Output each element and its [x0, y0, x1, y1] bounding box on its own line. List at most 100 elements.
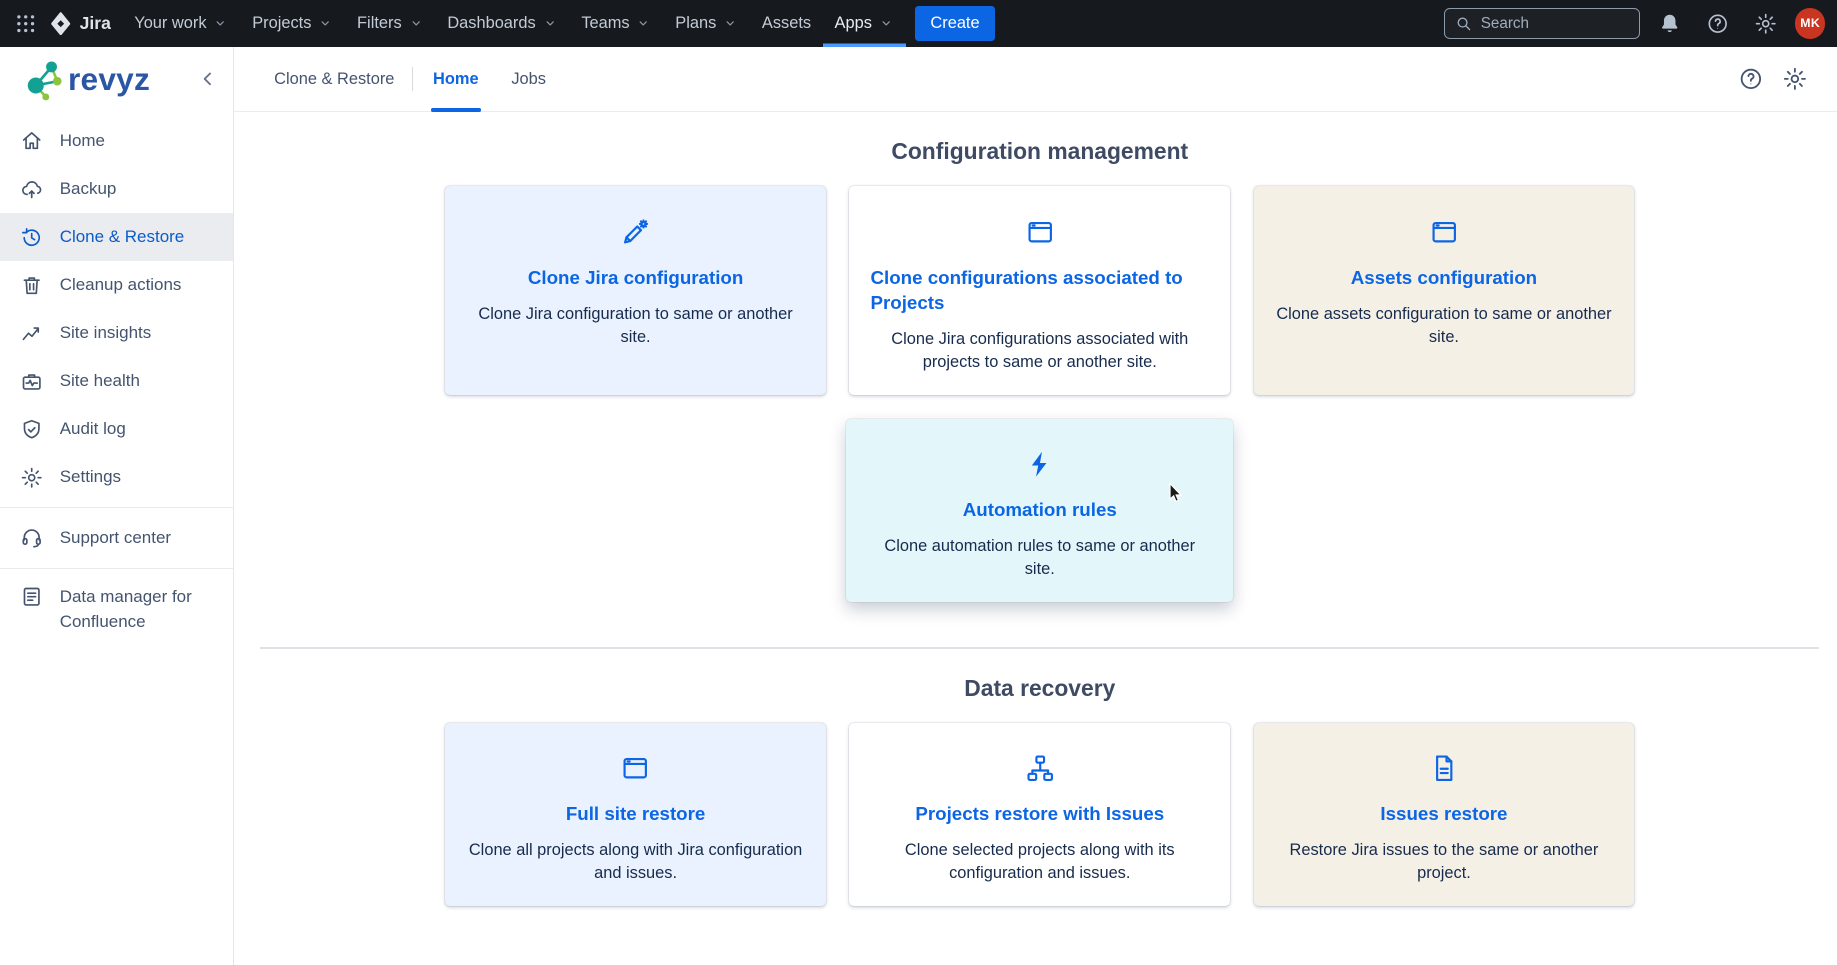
clone-restore-icon [20, 226, 43, 249]
home-icon [20, 129, 43, 152]
topbar-nav-filters[interactable]: Filters [345, 0, 435, 47]
jira-home-link[interactable]: Jira [45, 12, 123, 35]
nav-item-label: Assets [762, 14, 811, 33]
sidebar-divider [0, 568, 233, 569]
lightning-icon [1025, 449, 1055, 479]
chevron-down-icon [317, 15, 333, 31]
sidebar-item-label: Settings [60, 467, 121, 487]
app-help-button[interactable] [1734, 63, 1767, 96]
card-clone-jira-configuration[interactable]: Clone Jira configuration Clone Jira confi… [445, 186, 826, 395]
trash-icon [20, 274, 43, 297]
card-automation-rules[interactable]: Automation rules Clone automation rules t… [846, 419, 1233, 603]
nav-item-label: Projects [252, 14, 311, 33]
sidebar-item-label: Backup [60, 179, 117, 199]
search-input[interactable] [1481, 15, 1630, 32]
search-icon [1454, 14, 1473, 33]
topbar-nav-apps[interactable]: Apps [823, 0, 906, 47]
sidebar-support-slot: Support center [0, 514, 233, 562]
topbar-nav-assets[interactable]: Assets [750, 0, 823, 47]
topbar-nav-plans[interactable]: Plans [664, 0, 751, 47]
tree-icon [1025, 753, 1055, 783]
card-desc: Clone automation rules to same or anothe… [868, 535, 1212, 581]
sidebar-item-support-center[interactable]: Support center [0, 514, 233, 562]
card-title: Automation rules [868, 497, 1212, 522]
card-projects-restore-with-issues[interactable]: Projects restore with IssuesClone select… [849, 723, 1230, 907]
browser-icon [620, 753, 650, 783]
card-full-site-restore[interactable]: Full site restoreClone all projects alon… [445, 723, 826, 907]
sidebar-item-label: Data manager for Confluence [60, 585, 214, 634]
sidebar-divider [0, 507, 233, 508]
search-box[interactable] [1444, 8, 1641, 40]
chevron-down-icon [722, 15, 738, 31]
header-actions [1734, 63, 1811, 96]
nav-item-label: Filters [357, 14, 402, 33]
sidebar-item-label: Support center [60, 528, 171, 548]
browser-icon [1025, 217, 1055, 247]
help-button[interactable] [1699, 5, 1736, 42]
insights-icon [20, 322, 43, 345]
sidebar-item-backup[interactable]: Backup [0, 165, 233, 213]
card-assets-configuration[interactable]: Assets configurationClone assets configu… [1254, 186, 1635, 395]
chevron-down-icon [878, 15, 894, 31]
card-row: Clone Jira configuration Clone Jira confi… [260, 186, 1819, 395]
avatar[interactable]: MK [1795, 8, 1825, 38]
card-desc: Restore Jira issues to the same or anoth… [1275, 839, 1614, 885]
card-title: Clone configurations associated to Proje… [870, 265, 1209, 316]
sidebar-item-settings[interactable]: Settings [0, 453, 233, 501]
topbar-nav: Your work Projects Filters Dashboards TeamsP… [123, 0, 906, 47]
card-title: Issues restore [1275, 801, 1614, 826]
tab-jobs[interactable]: Jobs [509, 46, 548, 112]
collapse-sidebar-button[interactable] [194, 66, 222, 94]
nav-item-label: Dashboards [447, 14, 535, 33]
card-row: Full site restoreClone all projects alon… [260, 723, 1819, 907]
topbar-nav-projects[interactable]: Projects [240, 0, 345, 47]
notifications-button[interactable] [1651, 5, 1688, 42]
card-title: Projects restore with Issues [870, 801, 1209, 826]
health-icon [20, 370, 43, 393]
help-icon [1738, 66, 1764, 92]
sidebar-item-label: Site health [60, 371, 140, 391]
card-clone-configurations-associated-to-projects[interactable]: Clone configurations associated to Proje… [849, 186, 1230, 395]
app-switcher-button[interactable] [7, 5, 44, 42]
sidebar-item-data-manager-for-confluence[interactable]: Data manager for Confluence [0, 575, 233, 645]
topbar-right: MK [1444, 5, 1826, 42]
sidebar-footer-slot: Data manager for Confluence [0, 575, 233, 645]
topbar-settings-button[interactable] [1747, 5, 1784, 42]
card-desc: Clone Jira configuration to same or anot… [466, 303, 805, 349]
breadcrumb[interactable]: Clone & Restore [274, 70, 394, 89]
tab-home[interactable]: Home [431, 46, 481, 112]
page-header: Clone & Restore Home Jobs [234, 47, 1837, 113]
document-lines-icon [20, 585, 43, 608]
card-title: Assets configuration [1275, 265, 1614, 290]
gear-icon [20, 466, 43, 489]
edit-gear-icon [620, 217, 650, 247]
topbar-nav-teams[interactable]: Teams [570, 0, 664, 47]
section-data-recovery: Data recoveryFull site restoreClone all … [260, 675, 1819, 907]
backup-icon [20, 177, 43, 200]
help-icon [1706, 12, 1729, 35]
topbar-nav-your-work[interactable]: Your work [123, 0, 241, 47]
card-title: Clone Jira configuration [466, 265, 805, 290]
card-row: Automation rules Clone automation rules t… [260, 419, 1819, 603]
revyz-logo: revyz [0, 47, 233, 113]
card-issues-restore[interactable]: Issues restore Restore Jira issues to the… [1254, 723, 1635, 907]
headset-icon [20, 526, 43, 549]
chevron-down-icon [212, 15, 228, 31]
sidebar-item-audit-log[interactable]: Audit log [0, 405, 233, 453]
chevron-down-icon [542, 15, 558, 31]
content-sections: Configuration managementClone Jira confi… [260, 138, 1819, 906]
sidebar-item-site-insights[interactable]: Site insights [0, 309, 233, 357]
topbar-nav-dashboards[interactable]: Dashboards [436, 0, 570, 47]
chevron-down-icon [635, 15, 651, 31]
sidebar-item-cleanup-actions[interactable]: Cleanup actions [0, 261, 233, 309]
app-shell: revyz HomeBackupClone & RestoreCleanup a… [0, 47, 1837, 965]
sidebar-item-clone-restore[interactable]: Clone & Restore [0, 213, 233, 261]
sidebar-item-home[interactable]: Home [0, 117, 233, 165]
header-tabs: Home Jobs [431, 46, 577, 112]
create-button[interactable]: Create [915, 6, 995, 41]
sidebar-item-label: Audit log [60, 419, 126, 439]
grid-icon [14, 12, 37, 35]
app-settings-button[interactable] [1779, 63, 1812, 96]
sidebar-item-site-health[interactable]: Site health [0, 357, 233, 405]
header-divider [412, 67, 413, 90]
